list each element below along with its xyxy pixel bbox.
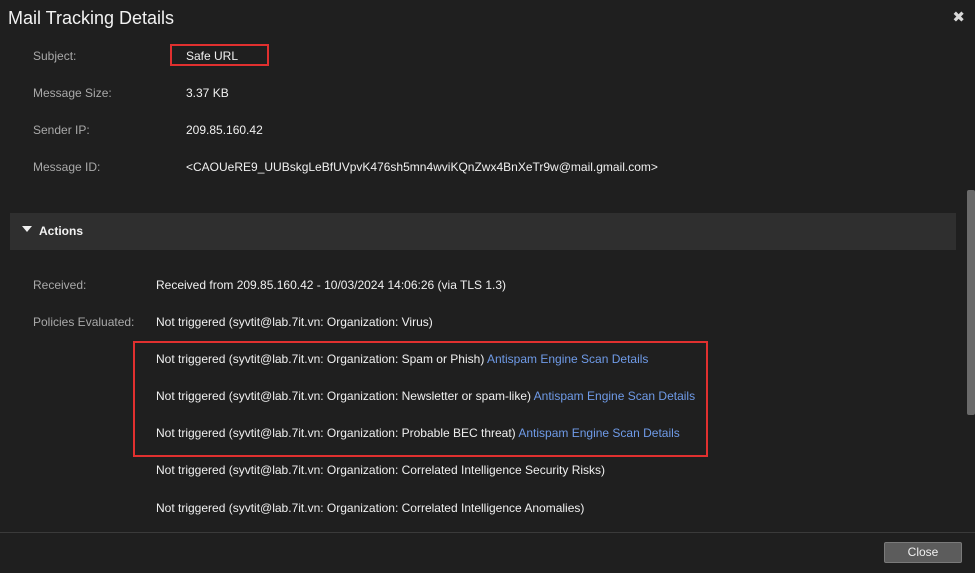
policy-text: Not triggered (syvtit@lab.7it.vn: Organi… [156, 463, 606, 477]
triangle-down-icon [22, 226, 32, 232]
message-id-value: <CAOUeRE9_UUBskgLeBfUVpvK476sh5mn4wviKQn… [186, 160, 658, 174]
sender-ip-label: Sender IP: [33, 123, 90, 137]
close-icon[interactable]: ✖ [952, 8, 965, 26]
sender-ip-value: 209.85.160.42 [186, 123, 263, 137]
dialog-footer [0, 532, 975, 573]
message-size-label: Message Size: [33, 86, 112, 100]
dialog-title: Mail Tracking Details [8, 8, 175, 28]
received-label: Received: [33, 278, 87, 292]
close-button[interactable]: Close [884, 542, 962, 563]
message-id-label: Message ID: [33, 160, 101, 174]
policy-row: Not triggered (syvtit@lab.7it.vn: Organi… [156, 463, 605, 477]
message-size-value: 3.37 KB [186, 86, 229, 100]
actions-section-header[interactable]: Actions [10, 213, 956, 250]
policy-row: Not triggered (syvtit@lab.7it.vn: Organi… [156, 315, 433, 329]
policy-text: Not triggered (syvtit@lab.7it.vn: Organi… [156, 501, 585, 515]
vertical-scrollbar[interactable] [967, 190, 975, 415]
policy-row: Not triggered (syvtit@lab.7it.vn: Organi… [156, 501, 584, 515]
policies-highlight-box [133, 341, 708, 457]
policies-evaluated-label: Policies Evaluated: [33, 315, 135, 329]
received-value: Received from 209.85.160.42 - 10/03/2024… [156, 278, 507, 292]
subject-label: Subject: [33, 49, 77, 63]
policy-text: Not triggered (syvtit@lab.7it.vn: Organi… [156, 315, 433, 329]
subject-highlight-box [170, 44, 269, 66]
dialog-titlebar: Mail Tracking Details ✖ [0, 0, 975, 36]
actions-header-label: Actions [39, 224, 84, 238]
